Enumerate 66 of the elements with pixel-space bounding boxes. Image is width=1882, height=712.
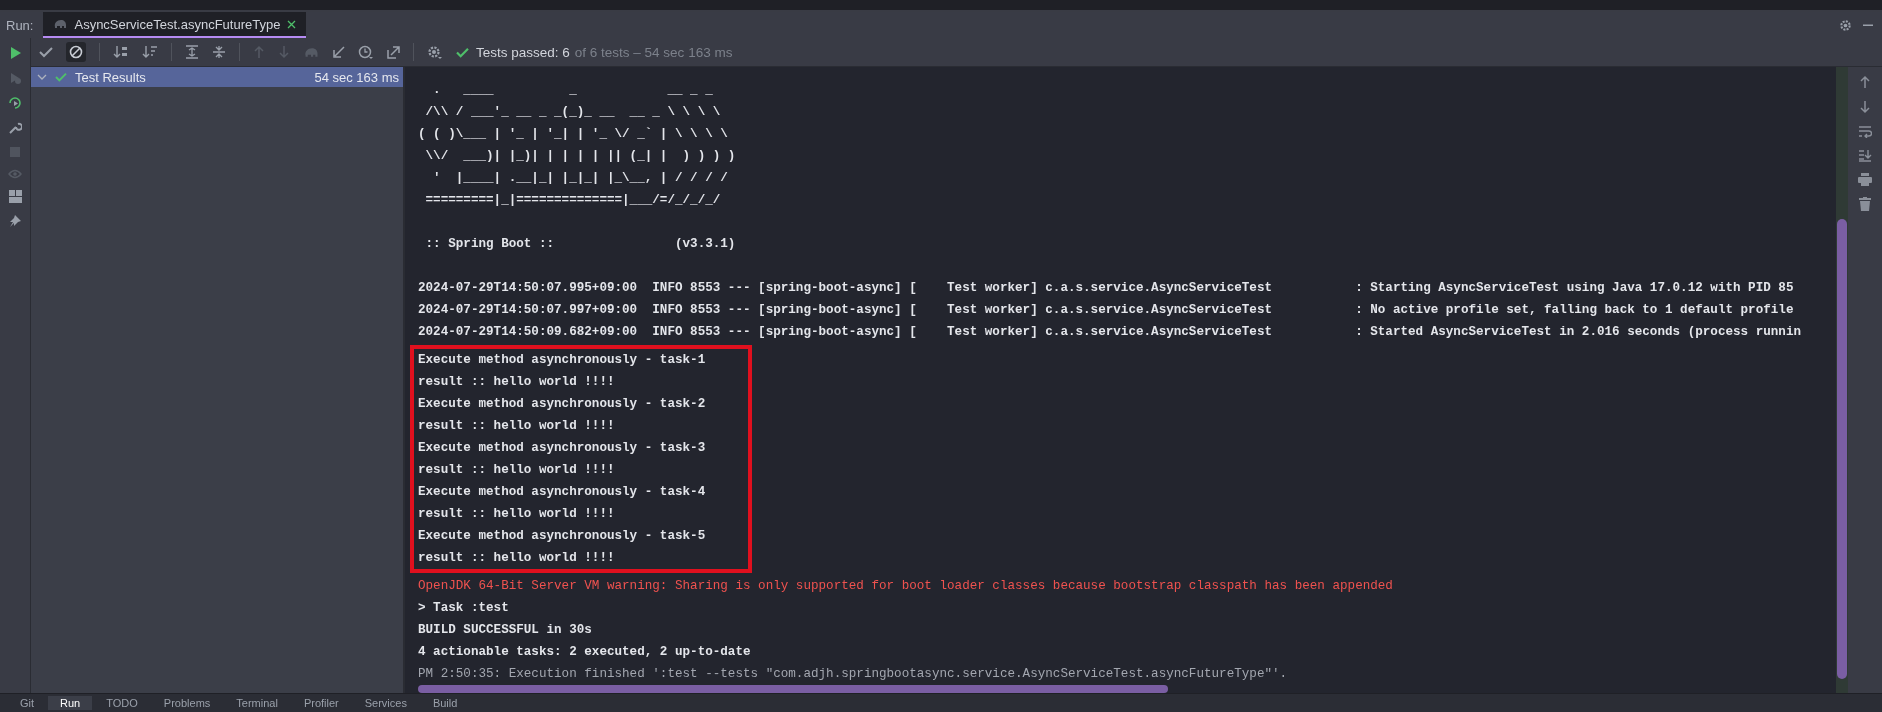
chevron-icon[interactable]: [37, 73, 47, 81]
settings-icon[interactable]: [427, 44, 443, 60]
print-icon[interactable]: [1858, 173, 1872, 186]
version-line: :: Spring Boot :: (v3.3.1): [424, 236, 736, 253]
tests-status: Tests passed: 6: [476, 44, 570, 60]
output-line: Execute method asynchronously - task-2: [418, 396, 706, 413]
clock-icon[interactable]: [358, 44, 374, 60]
output-line: result :: hello world !!!!: [418, 462, 615, 479]
output-line: OpenJDK 64-Bit Server VM warning: Sharing is only supported for boot loader classes because bootstrap classpath has been appended: [418, 578, 1393, 595]
banner-line: =========|_|==============|___/=/_/_/_/: [424, 192, 721, 209]
tool-window-tab[interactable]: Terminal: [224, 696, 290, 710]
tests-summary: of 6 tests – 54 sec 163 ms: [574, 44, 733, 60]
output-line: Execute method asynchronously - task-3: [418, 440, 706, 457]
close-icon[interactable]: [287, 19, 297, 29]
output-line: Execute method asynchronously - task-5: [418, 528, 706, 545]
wrap-icon[interactable]: [1858, 125, 1872, 138]
run-icon[interactable]: [8, 46, 22, 60]
run-label: Run:: [6, 17, 34, 33]
tree-item[interactable]: Test Results 54 sec 163 ms: [31, 67, 403, 87]
output-line: BUILD SUCCESSFUL in 30s: [418, 622, 592, 639]
check-icon: [55, 72, 67, 82]
output-line: result :: hello world !!!!: [418, 374, 615, 391]
tool-window-tab[interactable]: Problems: [151, 696, 223, 710]
check-icon: [456, 46, 469, 58]
tool-window-tab[interactable]: Profiler: [291, 696, 351, 710]
log-line: 2024-07-29T14:50:07.995+09:00 INFO 8553 --- [spring-boot-async] [ Test worker] c.a.s.service.AsyncServiceTest : Starting AsyncServiceTest using Java 17.0.12 with PID 85: [418, 280, 1794, 297]
scroll-to-end-icon[interactable]: [1858, 149, 1872, 162]
cancel-icon[interactable]: [69, 45, 83, 59]
expand-all-icon[interactable]: [185, 45, 199, 59]
import-icon[interactable]: [332, 45, 345, 59]
banner-line: ( ( )\___ | '_ | '_| | '_ \/ _` | \ \ \ \: [418, 126, 728, 143]
sort-alphabetical-icon[interactable]: [113, 45, 129, 59]
banner-line: \\/ ___)| |_)| | | | | || (_| | ) ) ) ): [424, 148, 736, 165]
output-line: result :: hello world !!!!: [418, 506, 615, 523]
trash-icon[interactable]: [1859, 197, 1871, 211]
output-line: Execute method asynchronously - task-4: [418, 484, 706, 501]
tool-window-tab[interactable]: Run: [48, 696, 93, 710]
check-icon[interactable]: [39, 46, 53, 58]
log-line: 2024-07-29T14:50:07.997+09:00 INFO 8553 --- [spring-boot-async] [ Test worker] c.a.s.service.AsyncServiceTest : No active profile set, falling back to 1 default profile: [418, 302, 1794, 319]
settings-icon[interactable]: [1839, 18, 1852, 32]
rerun-icon[interactable]: [8, 96, 22, 110]
sort-duration-icon[interactable]: [142, 45, 158, 59]
tree-item-label: Test Results: [75, 69, 147, 85]
output-line: Execute method asynchronously - task-1: [418, 352, 706, 369]
tool-window-tab[interactable]: Build: [420, 696, 470, 710]
wrench-icon[interactable]: [8, 121, 22, 135]
banner-line: ' |____| .__|_| |_|_| |_\__, | / / / /: [432, 170, 728, 187]
arrow-down-icon[interactable]: [1859, 100, 1871, 114]
output-line: PM 2:50:35: Execution finished ':test --tests "com.adjh.springbootasync.service.AsyncServiceTest.asyncFutureType"'.: [418, 666, 1288, 683]
collapse-all-icon[interactable]: [212, 45, 226, 59]
output-line: result :: hello world !!!!: [418, 550, 615, 567]
layout-icon[interactable]: [8, 190, 22, 203]
output-line: result :: hello world !!!!: [418, 418, 615, 435]
tool-window-tab[interactable]: Services: [352, 696, 419, 710]
banner-line: . ____ _ __ _ _: [432, 82, 713, 99]
vertical-scrollbar[interactable]: [1836, 67, 1848, 693]
run-tab[interactable]: AsyncServiceTest.asyncFutureType: [43, 12, 307, 38]
export-icon[interactable]: [387, 45, 400, 59]
tool-window-tab[interactable]: Git: [8, 696, 47, 710]
banner-line: /\\ / ___'_ __ _ _(_)_ __ __ _ \ \ \ \: [424, 104, 721, 121]
log-line: 2024-07-29T14:50:09.682+09:00 INFO 8553 --- [spring-boot-async] [ Test worker] c.a.s.service.AsyncServiceTest : Started AsyncServiceTest in 2.016 seconds (process runnin: [418, 324, 1802, 341]
tool-window-tab[interactable]: TODO: [94, 696, 150, 710]
output-line: 4 actionable tasks: 2 executed, 2 up-to-date: [418, 644, 751, 661]
output-line: > Task :test: [418, 600, 509, 617]
tree-item-time: 54 sec 163 ms: [314, 69, 399, 85]
arrow-up-icon[interactable]: [1859, 75, 1871, 89]
